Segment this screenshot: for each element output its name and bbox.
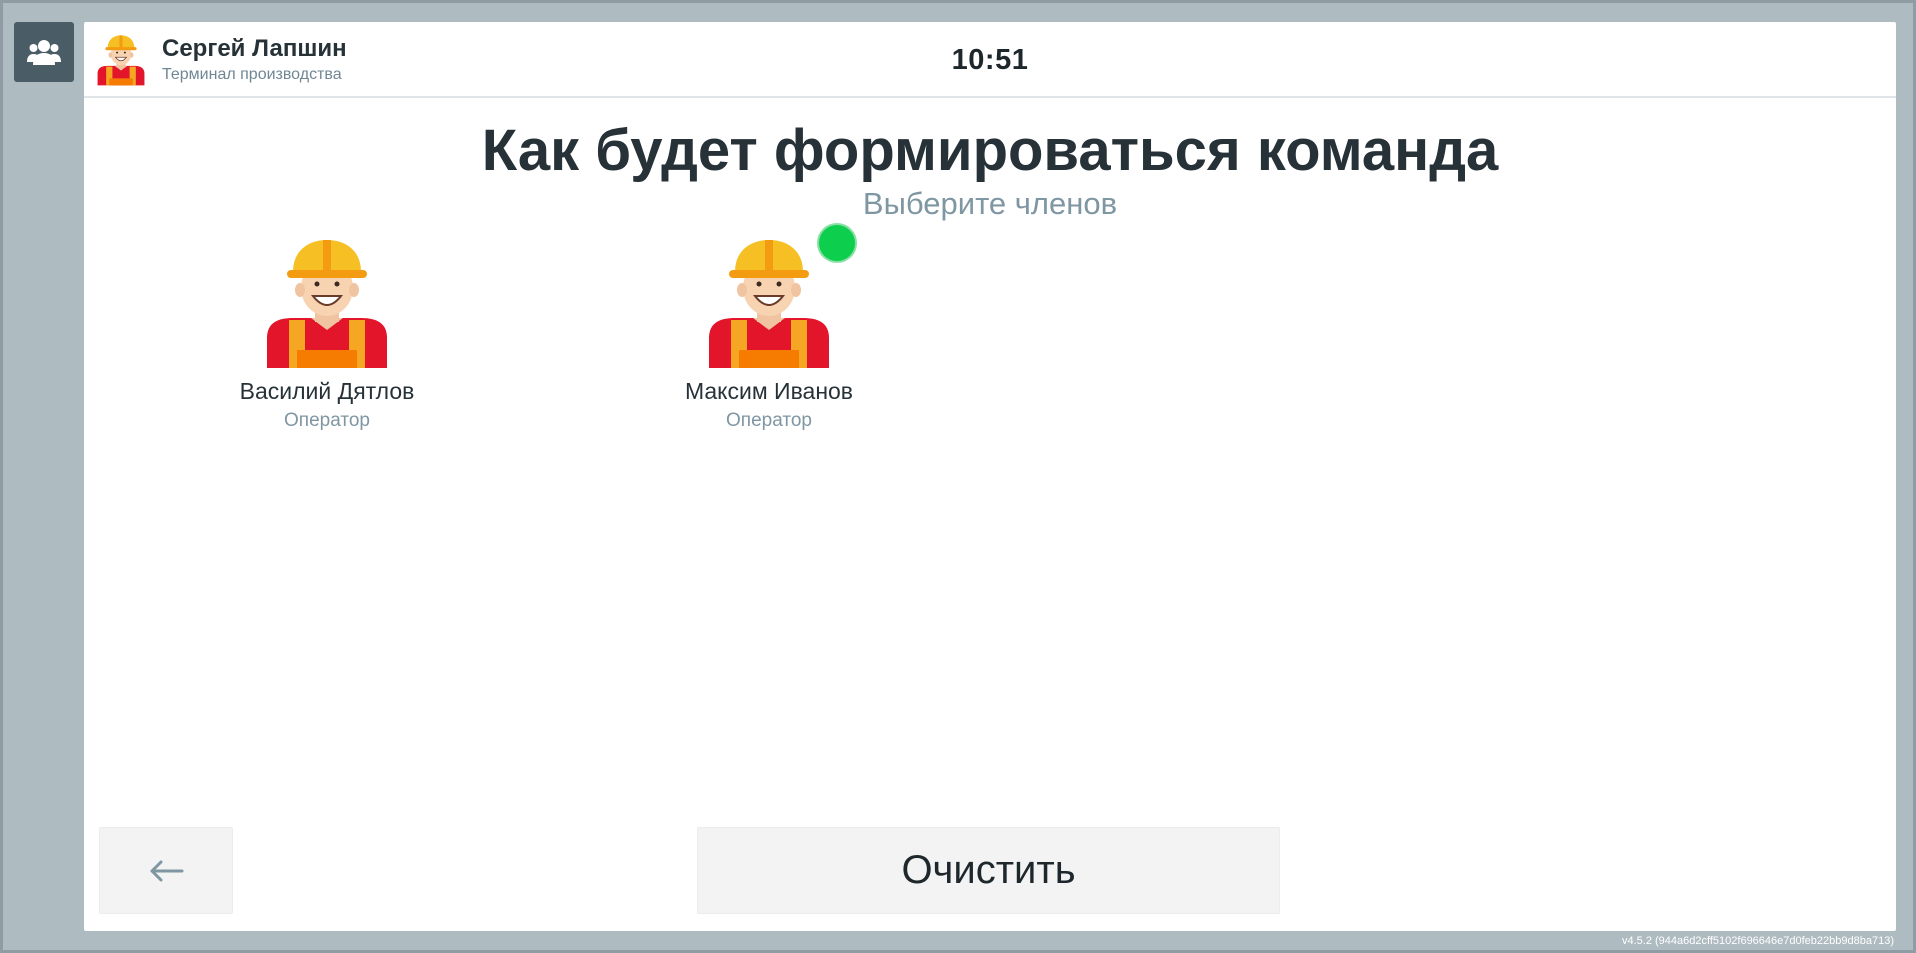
page-title: Как будет формироваться команда — [481, 118, 1499, 183]
worker-role: Оператор — [726, 410, 812, 431]
worker-card[interactable]: Василий Дятлов Оператор — [197, 238, 457, 432]
clear-button[interactable]: Очистить — [697, 827, 1280, 914]
main-panel: Сергей Лапшин Терминал производства 10:5… — [84, 22, 1896, 931]
worker-avatar-icon — [267, 240, 387, 368]
worker-avatar-icon — [709, 240, 829, 368]
worker-name: Василий Дятлов — [239, 378, 415, 404]
arrow-left-icon — [150, 860, 184, 881]
version-label: v4.5.2 (944a6d2cff5102f696646e7d0feb22bb… — [1622, 935, 1894, 947]
clock: 10:51 — [951, 44, 1029, 76]
worker-role: Оператор — [284, 410, 370, 431]
worker-name: Максим Иванов — [684, 378, 854, 404]
back-button[interactable] — [99, 827, 233, 914]
worker-card[interactable]: Максим Иванов Оператор — [639, 238, 899, 432]
page-subtitle: Выберите членов — [862, 186, 1118, 221]
team-menu-button[interactable] — [14, 22, 74, 82]
header-bar: Сергей Лапшин Терминал производства 10:5… — [84, 22, 1896, 98]
users-icon — [27, 40, 61, 65]
